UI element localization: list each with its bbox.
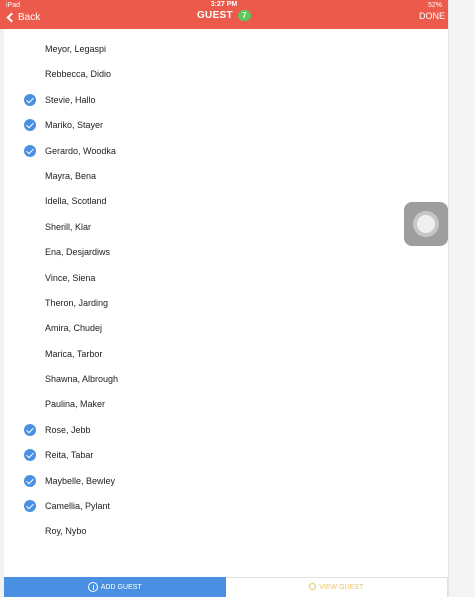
guest-row[interactable]: Paulina, Maker bbox=[4, 392, 448, 417]
guest-name: Mariko, Stayer bbox=[45, 120, 104, 131]
add-guest-label: ADD GUEST bbox=[100, 583, 142, 591]
guest-name: Mayra, Bena bbox=[45, 170, 97, 181]
checkmark-circle-icon bbox=[24, 474, 36, 487]
guest-row[interactable]: Amira, Chudej bbox=[4, 316, 448, 341]
assistive-touch-icon-center bbox=[417, 215, 435, 233]
guest-name: Meyor, Legaspi bbox=[45, 44, 107, 54]
add-guest-button[interactable]: ADD GUEST bbox=[4, 577, 226, 597]
guest-row[interactable]: Rebbecca, Didio bbox=[4, 62, 448, 87]
guest-row[interactable]: Maybelle, Bewley bbox=[4, 469, 448, 494]
guest-name: Theron, Jarding bbox=[45, 297, 109, 308]
guest-row[interactable]: Vince, Siena bbox=[4, 266, 448, 291]
guest-name: Stevie, Hallo bbox=[45, 94, 96, 105]
guest-name: Rose, Jebb bbox=[45, 424, 91, 435]
app-screen: iPad 3:27 PM 52% Back GUEST 7 DONE Meyor… bbox=[0, 0, 475, 597]
guest-row[interactable]: Mayra, Bena bbox=[4, 164, 448, 189]
add-circle-icon bbox=[87, 582, 98, 592]
guest-name: Roy, Nybo bbox=[45, 526, 87, 537]
guest-row[interactable]: Idella, Scotland bbox=[4, 189, 448, 214]
guest-count-badge: 7 bbox=[238, 10, 252, 21]
guest-name: Idella, Scotland bbox=[45, 196, 107, 207]
guest-row[interactable]: Ena, Desjardiws bbox=[4, 240, 448, 265]
guest-row[interactable]: Theron, Jarding bbox=[4, 291, 448, 316]
guest-row[interactable]: Meyor, Legaspi bbox=[4, 37, 448, 62]
guest-name: Amira, Chudej bbox=[45, 323, 103, 334]
checkmark-circle-icon bbox=[24, 93, 36, 106]
page-title: GUEST bbox=[196, 10, 233, 22]
guest-row[interactable]: Mariko, Stayer bbox=[4, 113, 448, 138]
guest-row[interactable]: Shawna, Albrough bbox=[4, 367, 448, 392]
guest-name: Sherill, Klar bbox=[45, 221, 92, 232]
guest-row[interactable]: Camellia, Pylant bbox=[4, 494, 448, 519]
nav-bar: iPad 3:27 PM 52% Back GUEST 7 DONE bbox=[0, 0, 448, 29]
guest-row[interactable]: Rose, Jebb bbox=[4, 418, 448, 443]
side-panel-edge bbox=[448, 0, 475, 597]
guest-row[interactable]: Marica, Tarbor bbox=[4, 342, 448, 367]
view-guest-button[interactable]: VIEW GUEST bbox=[225, 577, 448, 597]
checkmark-circle-icon bbox=[24, 119, 36, 132]
checkmark-circle-icon bbox=[24, 500, 36, 513]
checkmark-circle-icon bbox=[24, 423, 36, 436]
guest-name: Reita, Tabar bbox=[45, 450, 94, 461]
guest-row[interactable]: Reita, Tabar bbox=[4, 443, 448, 468]
guest-name: Shawna, Albrough bbox=[45, 374, 119, 385]
guest-list: Meyor, Legaspi Rebbecca, Didio Stevie, Hal… bbox=[4, 37, 448, 545]
checkmark-circle-icon bbox=[24, 144, 36, 157]
checkmark-circle-icon bbox=[24, 449, 36, 462]
guest-row[interactable]: Sherill, Klar bbox=[4, 215, 448, 240]
guest-name: Camellia, Pylant bbox=[45, 501, 111, 512]
done-button[interactable]: DONE bbox=[419, 11, 445, 21]
guest-name: Vince, Siena bbox=[45, 272, 96, 283]
guest-name: Paulina, Maker bbox=[45, 399, 106, 410]
status-battery: 52% bbox=[427, 2, 442, 9]
bottom-tab-bar: ADD GUEST VIEW GUEST bbox=[4, 577, 448, 597]
guest-name: Maybelle, Bewley bbox=[45, 475, 116, 486]
guest-name: Gerardo, Woodka bbox=[45, 145, 116, 156]
eye-icon bbox=[309, 582, 317, 590]
guest-row[interactable]: Roy, Nybo bbox=[4, 519, 448, 544]
guest-row[interactable]: Stevie, Hallo bbox=[4, 88, 448, 113]
status-time: 3:27 PM bbox=[210, 1, 238, 8]
guest-name: Marica, Tarbor bbox=[45, 348, 103, 359]
guest-row[interactable]: Gerardo, Woodka bbox=[4, 139, 448, 164]
assistive-touch-button[interactable] bbox=[404, 202, 448, 246]
page-title-container: GUEST 7 bbox=[0, 10, 448, 21]
guest-name: Rebbecca, Didio bbox=[45, 69, 112, 80]
guest-name: Ena, Desjardiws bbox=[45, 247, 111, 258]
view-guest-label: VIEW GUEST bbox=[319, 584, 364, 591]
